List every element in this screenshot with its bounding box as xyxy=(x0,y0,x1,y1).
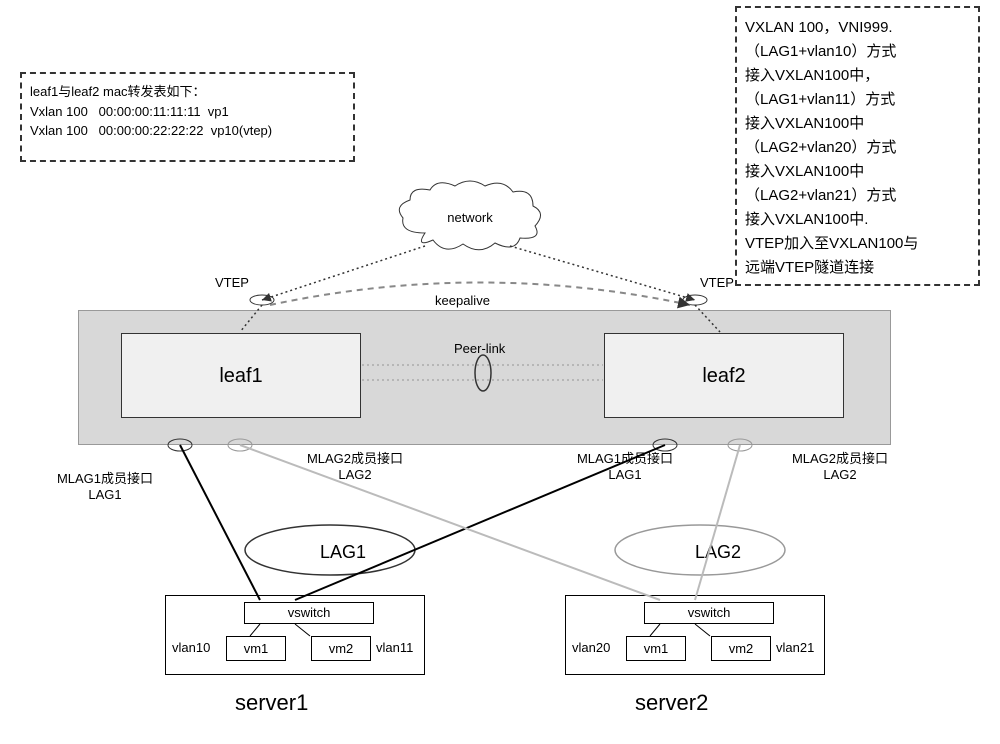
mlag1-lag1-left: MLAG1成员接口LAG1 xyxy=(55,468,155,502)
leaf1-label: leaf1 xyxy=(219,365,262,387)
config-line8: （LAG2+vlan21）方式 xyxy=(745,184,970,208)
mlag2-lag2-left: MLAG2成员接口LAG2 xyxy=(305,448,405,482)
leaf-container: leaf1 leaf2 Peer-link xyxy=(78,310,891,445)
config-line7: 接入VXLAN100中 xyxy=(745,160,970,184)
server2-label: server2 xyxy=(635,690,708,716)
server1-vm1: vm1 xyxy=(226,636,286,661)
config-box: VXLAN 100，VNI999. （LAG1+vlan10）方式 接入VXLA… xyxy=(735,6,980,286)
server2-vswitch: vswitch xyxy=(644,602,774,624)
config-line9: 接入VXLAN100中. xyxy=(745,208,970,232)
server1-vm2: vm2 xyxy=(311,636,371,661)
mac-table-title: leaf1与leaf2 mac转发表如下： xyxy=(30,82,345,102)
lag1-label: LAG1 xyxy=(320,542,366,563)
config-line6: （LAG2+vlan20）方式 xyxy=(745,136,970,160)
mlag2-lag2-right: MLAG2成员接口LAG2 xyxy=(790,448,890,482)
leaf1-box: leaf1 xyxy=(121,333,361,418)
vtep1-label: VTEP xyxy=(215,275,249,290)
server2-vm2: vm2 xyxy=(711,636,771,661)
config-line5: 接入VXLAN100中 xyxy=(745,112,970,136)
mac-table-row2: Vxlan 100 00:00:00:22:22:22 vp10(vtep) xyxy=(30,121,345,141)
mac-table-row1: Vxlan 100 00:00:00:11:11:11 vp1 xyxy=(30,102,345,122)
server2-vlan20: vlan20 xyxy=(572,640,610,655)
peerlink-label: Peer-link xyxy=(454,341,505,356)
keepalive-label: keepalive xyxy=(435,293,490,308)
config-line3: 接入VXLAN100中， xyxy=(745,64,970,88)
server1-vswitch: vswitch xyxy=(244,602,374,624)
config-line2: （LAG1+vlan10）方式 xyxy=(745,40,970,64)
mac-table-box: leaf1与leaf2 mac转发表如下： Vxlan 100 00:00:00… xyxy=(20,72,355,162)
leaf2-box: leaf2 xyxy=(604,333,844,418)
server2-vlan21: vlan21 xyxy=(776,640,814,655)
server1-label: server1 xyxy=(235,690,308,716)
server2-vm1: vm1 xyxy=(626,636,686,661)
config-line1: VXLAN 100，VNI999. xyxy=(745,16,970,40)
leaf2-label: leaf2 xyxy=(702,365,745,387)
config-line4: （LAG1+vlan11）方式 xyxy=(745,88,970,112)
config-line11: 远端VTEP隧道连接 xyxy=(745,256,970,280)
network-cloud: network xyxy=(395,178,545,258)
mlag1-lag1-right: MLAG1成员接口LAG1 xyxy=(575,448,675,482)
server1-box: vswitch vm1 vm2 vlan10 vlan11 xyxy=(165,595,425,675)
config-line10: VTEP加入至VXLAN100与 xyxy=(745,232,970,256)
server1-vlan11: vlan11 xyxy=(376,640,413,655)
network-label: network xyxy=(395,210,545,225)
server2-box: vswitch vm1 vm2 vlan20 vlan21 xyxy=(565,595,825,675)
vtep2-label: VTEP xyxy=(700,275,734,290)
server1-vlan10: vlan10 xyxy=(172,640,210,655)
lag2-label: LAG2 xyxy=(695,542,741,563)
